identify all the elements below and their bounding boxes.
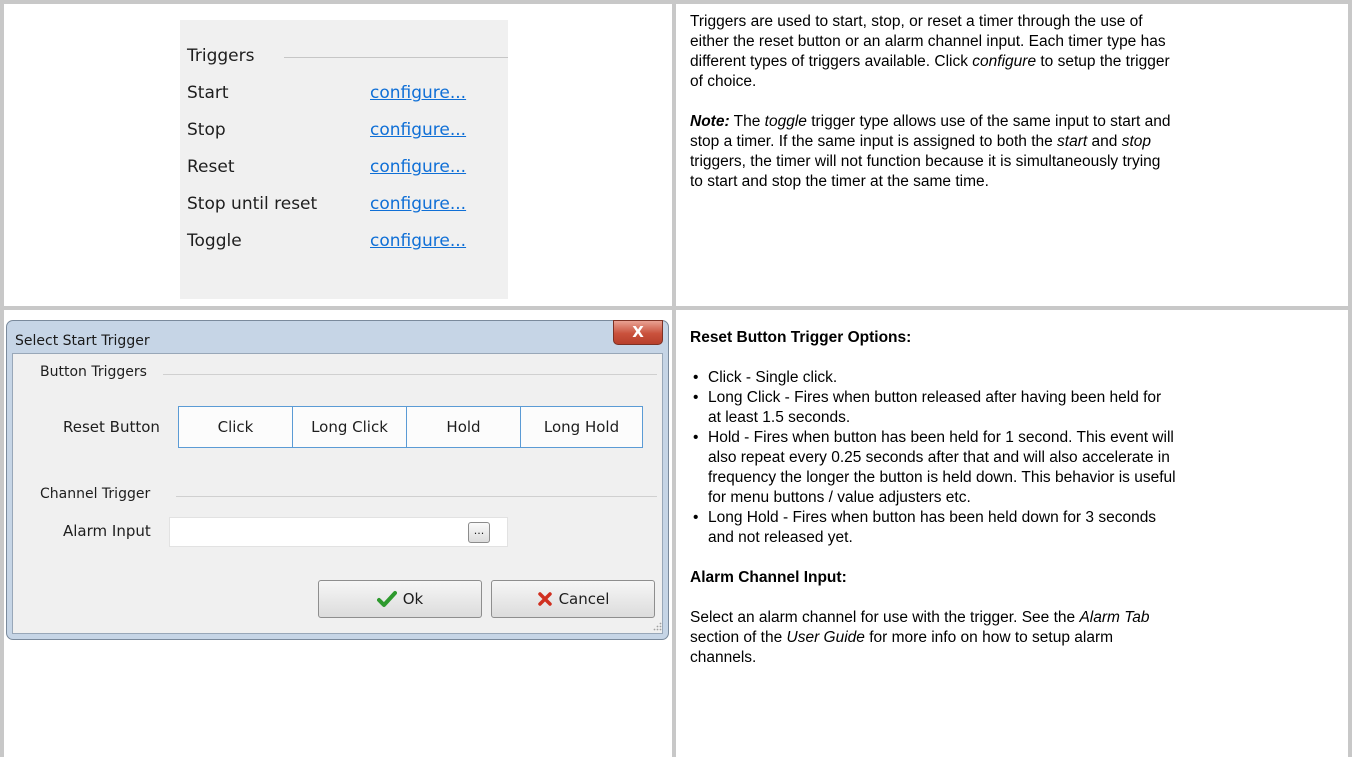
configure-start-link[interactable]: configure...: [370, 83, 466, 103]
intro-line: of choice.: [690, 73, 757, 90]
list-item-text: and not released yet.: [708, 529, 853, 546]
browse-button[interactable]: ...: [468, 522, 490, 543]
cancel-button[interactable]: Cancel: [491, 580, 655, 618]
cancel-label: Cancel: [558, 590, 610, 608]
intro-text: different types of triggers available. C…: [690, 53, 973, 70]
list-item: Hold - Fires when button has been held f…: [690, 428, 1340, 508]
triggers-heading-rule: [284, 57, 508, 58]
group-rule: [163, 374, 657, 375]
trigger-label: Stop: [187, 120, 226, 140]
segment-long-hold[interactable]: Long Hold: [521, 407, 642, 447]
configure-emphasis: configure: [972, 53, 1037, 70]
alarm-text: for more info on how to setup alarm: [864, 629, 1114, 646]
table-border-left: [0, 0, 4, 757]
triggers-description: Triggers are used to start, stop, or res…: [690, 12, 1340, 192]
table-border-top: [0, 0, 1352, 4]
alarm-text: Select an alarm channel for use with the…: [690, 609, 1080, 626]
alarm-text: section of the: [690, 629, 787, 646]
trigger-label: Stop until reset: [187, 194, 318, 214]
intro-line: different types of triggers available. C…: [690, 52, 1340, 72]
list-item: Long Click - Fires when button released …: [690, 388, 1340, 428]
alarm-tab-emphasis: Alarm Tab: [1079, 609, 1150, 626]
segment-hold[interactable]: Hold: [407, 407, 521, 447]
table-border-right: [1348, 0, 1352, 757]
intro-line: Triggers are used to start, stop, or res…: [690, 13, 1143, 30]
close-icon: X: [632, 323, 644, 341]
list-item-text: Click - Single click.: [708, 369, 838, 386]
intro-line: either the reset button or an alarm chan…: [690, 33, 1166, 50]
list-item-text: at least 1.5 seconds.: [708, 409, 851, 426]
triggers-heading: Triggers: [187, 46, 255, 66]
segment-click[interactable]: Click: [179, 407, 293, 447]
trigger-options-description: Reset Button Trigger Options: Click - Si…: [690, 328, 1340, 668]
alarm-channel-heading: Alarm Channel Input:: [690, 569, 847, 586]
note-text: trigger type allows use of the same inpu…: [806, 113, 1171, 130]
list-item-text: for menu buttons / value adjusters etc.: [708, 489, 971, 506]
alarm-line: section of the User Guide for more info …: [690, 628, 1340, 648]
table-column-divider: [672, 0, 676, 757]
alarm-line: Select an alarm channel for use with the…: [690, 608, 1340, 628]
list-item-text: Long Click - Fires when button released …: [708, 389, 1162, 406]
note-text: stop a timer. If the same input is assig…: [690, 133, 1058, 150]
x-icon: [537, 592, 552, 606]
trigger-label: Toggle: [187, 231, 242, 251]
ok-label: Ok: [402, 590, 424, 608]
start-emphasis: start: [1057, 133, 1088, 150]
alarm-line: channels.: [690, 649, 757, 666]
triggers-panel: Triggers Start configure... Stop configu…: [180, 20, 508, 299]
intro-text: to setup the trigger: [1036, 53, 1170, 70]
configure-toggle-link[interactable]: configure...: [370, 231, 466, 251]
reset-button-label: Reset Button: [63, 418, 160, 436]
stop-emphasis: stop: [1121, 133, 1151, 150]
reset-options-heading: Reset Button Trigger Options:: [690, 329, 912, 346]
configure-reset-link[interactable]: configure...: [370, 157, 466, 177]
reset-button-trigger-selector: Click Long Click Hold Long Hold: [178, 406, 643, 448]
alarm-input-field[interactable]: [169, 517, 508, 547]
close-button[interactable]: X: [613, 320, 663, 345]
list-item-text: Hold - Fires when button has been held f…: [708, 429, 1174, 446]
configure-stop-until-reset-link[interactable]: configure...: [370, 194, 466, 214]
trigger-label: Reset: [187, 157, 235, 177]
dialog-title: Select Start Trigger: [15, 333, 150, 349]
user-guide-emphasis: User Guide: [786, 629, 865, 646]
list-item-text: Long Hold - Fires when button has been h…: [708, 509, 1157, 526]
button-triggers-group-label: Button Triggers: [40, 364, 147, 380]
configure-stop-link[interactable]: configure...: [370, 120, 466, 140]
ok-button[interactable]: Ok: [318, 580, 482, 618]
note-text: and: [1087, 133, 1122, 150]
list-item-text: frequency the longer the button is held …: [708, 469, 1176, 486]
note-line: stop a timer. If the same input is assig…: [690, 132, 1340, 152]
alarm-input-label: Alarm Input: [63, 522, 151, 540]
options-list: Click - Single click. Long Click - Fires…: [690, 368, 1340, 548]
trigger-label: Start: [187, 83, 229, 103]
note-text: The: [729, 113, 765, 130]
toggle-emphasis: toggle: [764, 113, 807, 130]
list-item: Click - Single click.: [690, 368, 1340, 388]
note-label: Note:: [690, 113, 730, 130]
checkmark-icon: [376, 591, 397, 607]
note-line: to start and stop the timer at the same …: [690, 173, 989, 190]
note-line: triggers, the timer will not function be…: [690, 153, 1161, 170]
list-item-text: also repeat every 0.25 seconds after tha…: [708, 449, 1170, 466]
note-line: Note: The toggle trigger type allows use…: [690, 112, 1340, 132]
resize-grip-icon[interactable]: [653, 622, 662, 631]
channel-trigger-group-label: Channel Trigger: [40, 486, 151, 502]
table-row-divider: [0, 306, 1352, 310]
group-rule: [176, 496, 657, 497]
list-item: Long Hold - Fires when button has been h…: [690, 508, 1340, 548]
segment-long-click[interactable]: Long Click: [293, 407, 407, 447]
select-start-trigger-dialog: Select Start Trigger X Button Triggers R…: [6, 320, 669, 640]
dialog-body: Button Triggers Reset Button Click Long …: [12, 353, 663, 634]
